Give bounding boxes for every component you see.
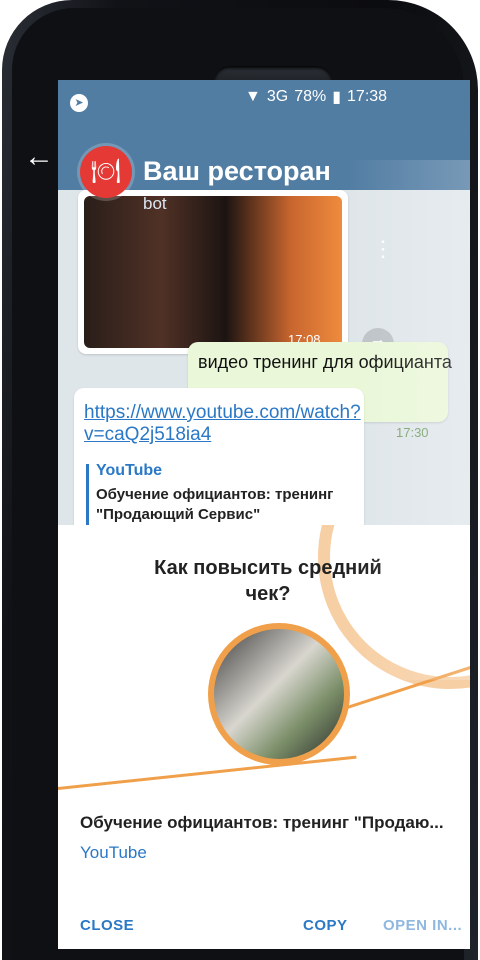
decor-line bbox=[58, 755, 357, 790]
preview-image-caption: Как повысить средний чек? bbox=[154, 557, 382, 605]
youtube-link[interactable]: https://www.youtube.com/watch?v=caQ2j518… bbox=[84, 402, 364, 446]
arrow-back-icon[interactable]: ← bbox=[24, 142, 54, 172]
link-bottom-sheet: Как повысить средний чек? Обучение офици… bbox=[58, 525, 470, 949]
link-preview-title: Обучение официантов: тренинг "Продающий … bbox=[96, 486, 334, 523]
video-thumbnail[interactable] bbox=[84, 196, 342, 348]
wifi-icon: ▼ bbox=[245, 88, 261, 105]
status-icons: ▼ 3G 78% ▮ 17:38 bbox=[245, 82, 387, 112]
outgoing-message-time: 17:30 bbox=[396, 425, 429, 440]
open-in-button[interactable]: OPEN IN... bbox=[383, 917, 462, 934]
restaurant-avatar-icon[interactable]: 🍽 bbox=[80, 146, 132, 198]
sheet-title: Обучение официантов: тренинг "Продаю... bbox=[80, 813, 444, 832]
telegram-notification-icon: ➤ bbox=[70, 94, 88, 112]
video-message-bubble[interactable] bbox=[78, 190, 348, 354]
battery-icon: ▮ bbox=[332, 89, 342, 106]
preview-circle-photo bbox=[208, 623, 350, 765]
status-time: 17:38 bbox=[347, 88, 388, 105]
link-preview-site: YouTube bbox=[96, 462, 163, 479]
phone-screen: ➤ 17:08 ➦ видео тренинг для официанта 17… bbox=[58, 80, 470, 949]
network-type: 3G bbox=[266, 88, 289, 105]
battery-percent: 78% bbox=[294, 88, 327, 105]
chat-title[interactable]: Ваш ресторан bbox=[143, 156, 331, 187]
more-vertical-icon[interactable]: ⋮ bbox=[372, 238, 394, 260]
sheet-actions: CLOSE COPY OPEN IN... bbox=[58, 895, 470, 949]
close-button[interactable]: CLOSE bbox=[80, 917, 134, 934]
outgoing-message-text: видео тренинг для официанта bbox=[198, 352, 452, 372]
copy-button[interactable]: COPY bbox=[303, 917, 348, 934]
sheet-site[interactable]: YouTube bbox=[80, 843, 147, 863]
chat-subtitle: bot bbox=[143, 194, 167, 213]
sheet-preview-image[interactable]: Как повысить средний чек? bbox=[58, 525, 470, 850]
